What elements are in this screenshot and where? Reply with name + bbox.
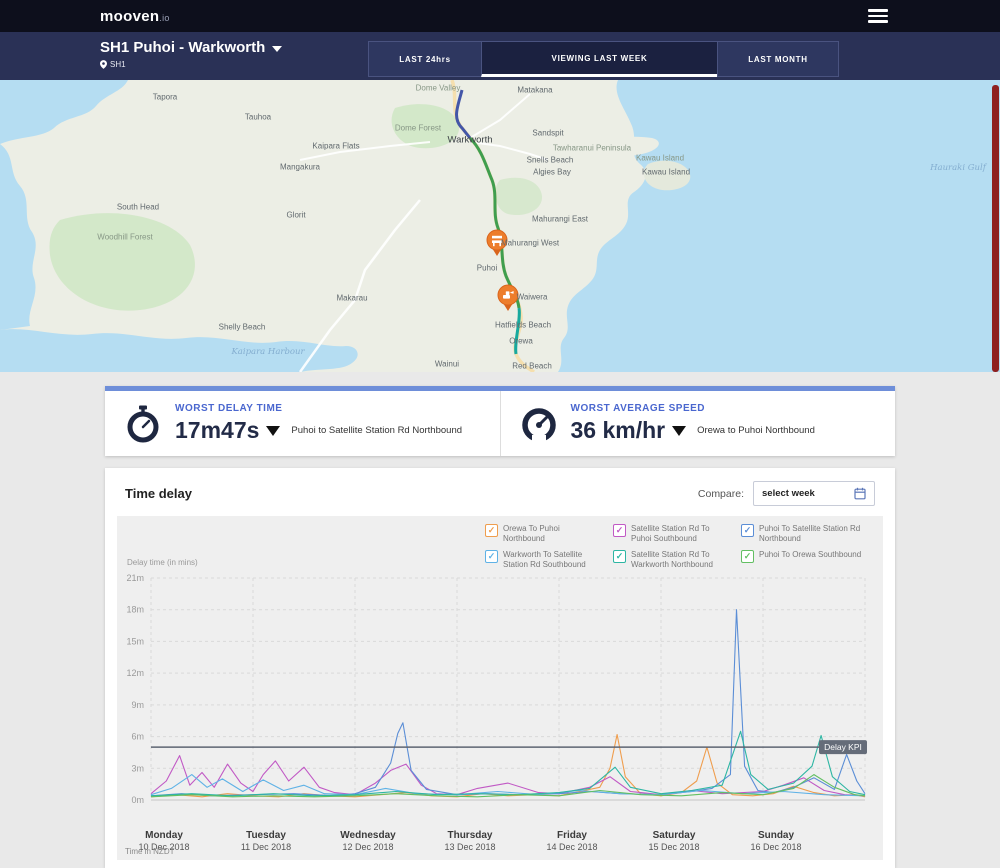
route-subtitle: SH1 bbox=[110, 60, 126, 69]
svg-text:Friday: Friday bbox=[557, 830, 587, 841]
time-delay-card: Time delay Compare: select week 0m 3m 6m 9m… bbox=[105, 468, 895, 868]
legend-label: Satellite Station Rd To Warkworth Northb… bbox=[631, 550, 713, 569]
legend-label: Puhoi To Orewa Southbound bbox=[759, 550, 862, 559]
speedometer-icon bbox=[521, 407, 556, 443]
legend-checkbox[interactable]: ✓ bbox=[485, 524, 498, 537]
legend-checkbox[interactable]: ✓ bbox=[613, 524, 626, 537]
compare-week-value: select week bbox=[762, 488, 815, 499]
series-line bbox=[150, 730, 866, 797]
logo-text: mooven bbox=[100, 7, 160, 25]
svg-text:21m: 21m bbox=[126, 573, 144, 583]
worst-delay-description: Puhoi to Satellite Station Rd Northbound bbox=[291, 424, 463, 436]
chart-legend: ✓ Orewa To Puhoi Northbound ✓ Satellite Sta… bbox=[485, 524, 869, 570]
time-range-tabs: LAST 24hrs VIEWING LAST WEEK LAST MONTH bbox=[368, 41, 839, 77]
svg-text:Tuesday: Tuesday bbox=[246, 830, 286, 841]
svg-text:Delay KPI: Delay KPI bbox=[824, 742, 862, 752]
legend-item[interactable]: ✓ Satellite Station Rd To Puhoi Southboun… bbox=[613, 524, 731, 544]
stopwatch-icon bbox=[127, 405, 159, 442]
mooven-logo[interactable]: mooven.io bbox=[100, 8, 170, 25]
calendar-icon bbox=[854, 487, 866, 500]
series-line bbox=[150, 774, 866, 797]
legend-item[interactable]: ✓ Satellite Station Rd To Warkworth North… bbox=[613, 550, 731, 570]
route-selector[interactable]: SH1 Puhoi - Warkworth SH1 bbox=[100, 39, 283, 69]
legend-checkbox[interactable]: ✓ bbox=[485, 550, 498, 563]
down-arrow-icon bbox=[266, 425, 281, 436]
svg-text:11 Dec 2018: 11 Dec 2018 bbox=[241, 842, 291, 852]
down-arrow-icon bbox=[672, 425, 687, 436]
worst-delay-value: 17m47s bbox=[175, 417, 260, 443]
hamburger-menu-icon[interactable] bbox=[868, 9, 888, 23]
svg-text:Sunday: Sunday bbox=[758, 830, 795, 841]
series-line bbox=[150, 733, 866, 798]
legend-item[interactable]: ✓ Orewa To Puhoi Northbound bbox=[485, 524, 603, 544]
svg-text:13 Dec 2018: 13 Dec 2018 bbox=[444, 842, 495, 852]
svg-text:12m: 12m bbox=[126, 668, 144, 678]
svg-text:3m: 3m bbox=[131, 763, 144, 773]
legend-label: Satellite Station Rd To Puhoi Southbound bbox=[631, 524, 710, 543]
legend-item[interactable]: ✓ Puhoi To Satellite Station Rd Northboun… bbox=[741, 524, 869, 544]
worst-delay-panel: WORST DELAY TIME 17m47s Puhoi to Satelli… bbox=[105, 391, 500, 456]
worst-speed-description: Orewa to Puhoi Northbound bbox=[697, 424, 815, 436]
worst-speed-panel: WORST AVERAGE SPEED 36 km/hr Orewa to Pu… bbox=[499, 391, 896, 456]
chevron-down-icon bbox=[272, 45, 283, 52]
tab-last-24hrs[interactable]: LAST 24hrs bbox=[368, 41, 482, 77]
summary-card: WORST DELAY TIME 17m47s Puhoi to Satelli… bbox=[105, 386, 895, 456]
location-pin-icon bbox=[100, 60, 107, 69]
tab-last-month[interactable]: LAST MONTH bbox=[717, 41, 839, 77]
timezone-note: Time in NZDT bbox=[125, 847, 175, 856]
chart-y-axis-label: Delay time (in mins) bbox=[127, 558, 198, 567]
tab-last-week[interactable]: VIEWING LAST WEEK bbox=[481, 41, 718, 77]
legend-label: Orewa To Puhoi Northbound bbox=[503, 524, 560, 543]
svg-text:18m: 18m bbox=[126, 605, 144, 615]
svg-text:Wednesday: Wednesday bbox=[340, 830, 396, 841]
svg-text:9m: 9m bbox=[131, 700, 144, 710]
time-delay-title: Time delay bbox=[125, 486, 192, 501]
legend-label: Puhoi To Satellite Station Rd Northbound bbox=[759, 524, 861, 543]
svg-text:16 Dec 2018: 16 Dec 2018 bbox=[750, 842, 801, 852]
svg-text:14 Dec 2018: 14 Dec 2018 bbox=[546, 842, 597, 852]
series-line bbox=[150, 774, 866, 798]
legend-item[interactable]: ✓ Puhoi To Orewa Southbound bbox=[741, 550, 869, 570]
top-bar: mooven.io bbox=[0, 0, 1000, 32]
delay-chart-region: 0m 3m 6m 9m 12m 15m 18m 21m Delay KPI Monday 10 De… bbox=[117, 516, 883, 860]
svg-text:12 Dec 2018: 12 Dec 2018 bbox=[342, 842, 393, 852]
svg-text:15m: 15m bbox=[126, 636, 144, 646]
compare-week-select[interactable]: select week bbox=[753, 481, 875, 506]
worst-speed-value: 36 km/hr bbox=[570, 417, 666, 443]
legend-item[interactable]: ✓ Warkworth To Satellite Station Rd South… bbox=[485, 550, 603, 570]
route-map[interactable]: Tapora Tauhoa Dome Valley Matakana Dome Fore… bbox=[0, 80, 1000, 372]
page-scrollbar bbox=[990, 80, 1000, 867]
map-canvas bbox=[0, 80, 1000, 372]
svg-text:0m: 0m bbox=[131, 795, 144, 805]
svg-text:Monday: Monday bbox=[145, 830, 183, 841]
compare-label: Compare: bbox=[697, 487, 744, 500]
route-title: SH1 Puhoi - Warkworth bbox=[100, 39, 266, 56]
legend-checkbox[interactable]: ✓ bbox=[741, 524, 754, 537]
legend-label: Warkworth To Satellite Station Rd Southb… bbox=[503, 550, 586, 569]
legend-checkbox[interactable]: ✓ bbox=[613, 550, 626, 563]
svg-text:Thursday: Thursday bbox=[447, 830, 492, 841]
svg-text:6m: 6m bbox=[131, 732, 144, 742]
svg-text:15 Dec 2018: 15 Dec 2018 bbox=[648, 842, 699, 852]
logo-suffix: .io bbox=[159, 12, 170, 23]
legend-checkbox[interactable]: ✓ bbox=[741, 550, 754, 563]
worst-speed-title: WORST AVERAGE SPEED bbox=[570, 403, 706, 414]
scrollbar-thumb[interactable] bbox=[992, 85, 999, 372]
svg-text:Saturday: Saturday bbox=[653, 830, 696, 841]
nav-bar: SH1 Puhoi - Warkworth SH1 LAST 24hrs VIE… bbox=[0, 32, 1000, 80]
worst-delay-title: WORST DELAY TIME bbox=[175, 403, 283, 414]
